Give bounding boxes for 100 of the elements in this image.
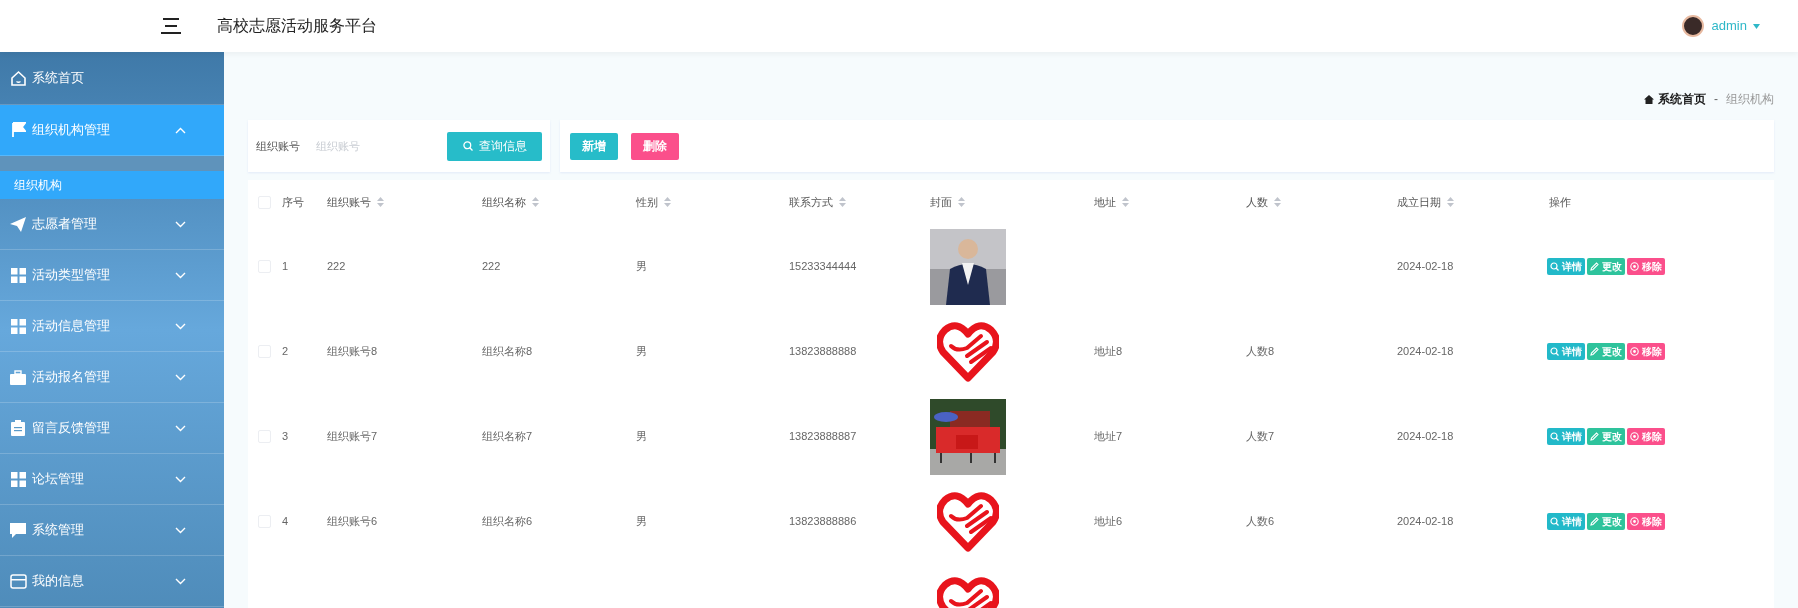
clipboard-icon <box>11 420 25 436</box>
circle-icon <box>1630 262 1639 271</box>
details-button[interactable]: 详情 <box>1547 428 1585 445</box>
pencil-icon <box>1590 432 1599 441</box>
sort-icon[interactable] <box>377 197 384 207</box>
sidebar-item[interactable]: 论坛管理 <box>0 454 224 505</box>
remove-button[interactable]: 移除 <box>1627 513 1665 530</box>
grid-icon <box>10 471 26 487</box>
sort-icon[interactable] <box>958 197 965 207</box>
breadcrumb-current: 组织机构 <box>1726 91 1774 108</box>
sort-icon[interactable] <box>1122 197 1129 207</box>
chevron-up-icon <box>175 126 186 134</box>
circle-icon <box>1630 347 1639 356</box>
grid-icon <box>10 318 26 334</box>
table-cell-text: 2 <box>281 344 290 360</box>
table-cell-text: 组织账号8 <box>326 344 379 360</box>
sidebar-item[interactable]: 活动报名管理 <box>0 352 224 403</box>
sort-icon[interactable] <box>1447 197 1454 207</box>
edit-button[interactable]: 更改 <box>1587 428 1625 445</box>
column-header[interactable]: 联系方式 <box>789 193 846 211</box>
menu-icon[interactable] <box>161 17 183 35</box>
search-icon <box>1550 262 1559 271</box>
table-cell-text: 组织名称6 <box>481 514 534 530</box>
sidebar-label: 活动报名管理 <box>32 368 111 387</box>
user-menu[interactable]: admin <box>1711 16 1760 36</box>
circle-icon <box>1630 517 1639 526</box>
chevron-down-icon <box>175 577 186 585</box>
table-cell-text: 组织名称8 <box>481 344 534 360</box>
table-cell-text: 男 <box>635 259 648 275</box>
sidebar-label: 我的信息 <box>32 572 85 591</box>
table-cell-text: 人数6 <box>1245 514 1276 530</box>
details-button[interactable]: 详情 <box>1547 343 1585 360</box>
column-header[interactable]: 组织名称 <box>482 193 539 211</box>
column-header[interactable]: 人数 <box>1246 193 1281 211</box>
table-cell-text: 4 <box>281 514 290 530</box>
chevron-down-icon <box>175 322 186 330</box>
caret-icon <box>1753 23 1760 29</box>
remove-button[interactable]: 移除 <box>1627 258 1665 275</box>
table-cell-text: 13823888886 <box>788 514 858 530</box>
add-button[interactable]: 新增 <box>570 132 618 160</box>
table-cell-text: 男 <box>635 429 648 445</box>
pencil-icon <box>1590 262 1599 271</box>
remove-button[interactable]: 移除 <box>1627 428 1665 445</box>
sidebar-label: 论坛管理 <box>32 470 85 489</box>
breadcrumb-separator: - <box>1714 91 1718 108</box>
flag-icon <box>10 122 26 138</box>
edit-button[interactable]: 更改 <box>1587 258 1625 275</box>
chevron-down-icon <box>175 475 186 483</box>
search-icon <box>1550 347 1559 356</box>
sort-icon[interactable] <box>532 197 539 207</box>
search-button[interactable]: 查询信息 <box>447 131 542 161</box>
sidebar-item[interactable]: 留言反馈管理 <box>0 403 224 454</box>
sidebar-label: 系统管理 <box>32 521 85 540</box>
heart-icon <box>937 321 999 382</box>
sort-icon[interactable] <box>839 197 846 207</box>
breadcrumb-home[interactable]: 系统首页 <box>1644 90 1706 108</box>
pencil-icon <box>1590 347 1599 356</box>
sidebar-item[interactable]: 活动类型管理 <box>0 250 224 301</box>
sort-icon[interactable] <box>1274 197 1281 207</box>
column-header: 序号 <box>282 194 304 210</box>
table-cell-text: 男 <box>635 344 648 360</box>
submenu-item[interactable]: 组织机构 <box>0 171 224 199</box>
sidebar-label: 组织机构管理 <box>32 121 111 140</box>
table-cell-text: 组织名称7 <box>481 429 534 445</box>
column-header[interactable]: 组织账号 <box>327 193 384 211</box>
search-icon <box>1550 517 1559 526</box>
details-button[interactable]: 详情 <box>1547 513 1585 530</box>
column-header[interactable]: 封面 <box>930 193 965 211</box>
search-label: 组织账号 <box>256 138 300 154</box>
table-cell-text: 地址6 <box>1093 514 1124 530</box>
column-header[interactable]: 成立日期 <box>1397 193 1454 211</box>
edit-button[interactable]: 更改 <box>1587 513 1625 530</box>
table-cell-text: 组织账号6 <box>326 514 379 530</box>
table-cell-text: 1 <box>281 259 290 275</box>
table-cell-text: 2024-02-18 <box>1396 429 1455 445</box>
sidebar-item[interactable]: 组织机构管理 <box>0 105 224 156</box>
table-cell-text: 222 <box>481 259 502 275</box>
sidebar-label: 活动类型管理 <box>32 266 111 285</box>
column-header[interactable]: 地址 <box>1094 193 1129 211</box>
delete-button[interactable]: 删除 <box>631 132 679 160</box>
edit-button[interactable]: 更改 <box>1587 343 1625 360</box>
table-cell-text: 15233344444 <box>788 259 858 275</box>
table-cell-text: 3 <box>281 429 290 445</box>
sort-icon[interactable] <box>664 197 671 207</box>
app-title: 高校志愿活动服务平台 <box>217 16 377 36</box>
avatar[interactable] <box>1681 15 1704 37</box>
sidebar-item[interactable]: 系统管理 <box>0 505 224 556</box>
sidebar-label: 留言反馈管理 <box>32 419 111 438</box>
paper-plane-icon <box>10 216 26 232</box>
table-cell-text: 2024-02-18 <box>1396 514 1455 530</box>
sidebar-item[interactable]: 活动信息管理 <box>0 301 224 352</box>
home-icon <box>1644 94 1654 104</box>
table-cell-text: 222 <box>326 259 347 275</box>
sidebar-item[interactable]: 我的信息 <box>0 556 224 607</box>
details-button[interactable]: 详情 <box>1547 258 1585 275</box>
sidebar-label: 活动信息管理 <box>32 317 111 336</box>
remove-button[interactable]: 移除 <box>1627 343 1665 360</box>
column-header[interactable]: 性别 <box>636 193 671 211</box>
sidebar-item[interactable]: 志愿者管理 <box>0 199 224 250</box>
table-cell-text: 2024-02-18 <box>1396 344 1455 360</box>
